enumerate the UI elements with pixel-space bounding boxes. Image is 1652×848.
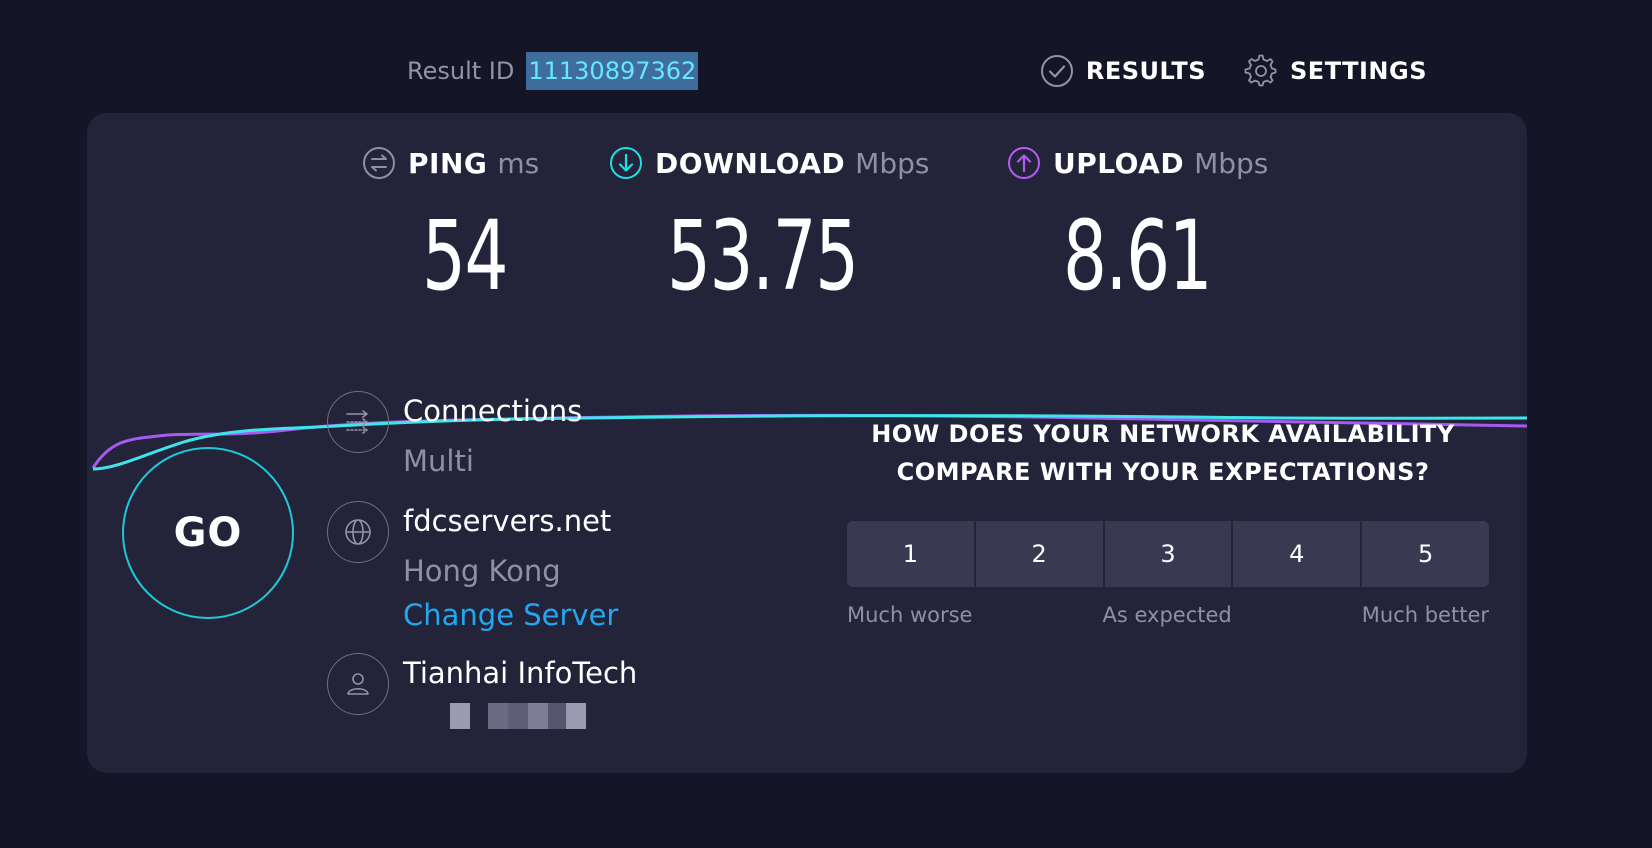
upload-unit: Mbps [1194,146,1269,180]
rating-labels: Much worse As expected Much better [847,603,1489,627]
globe-icon-wrap [327,501,389,563]
top-nav: RESULTS SETTINGS [1040,54,1427,88]
server-row: fdcservers.net Hong Kong Change Server [327,501,618,635]
user-icon-wrap [327,653,389,715]
top-bar: Result ID 11130897362 RESULTS SETTINGS [0,0,1652,110]
go-button[interactable]: GO [122,447,294,619]
ping-label: PING [408,146,488,180]
connections-value: Multi [403,444,474,478]
download-label: DOWNLOAD [655,146,846,180]
ping-metric: PING ms 54 [362,139,540,311]
download-arrow-icon [610,147,642,179]
download-unit: Mbps [855,146,930,180]
rating-label-high: Much better [1361,603,1489,627]
survey-question-line1: HOW DOES YOUR NETWORK AVAILABILITY [871,420,1455,448]
rating-5-button[interactable]: 5 [1362,521,1489,587]
upload-label: UPLOAD [1053,146,1185,180]
redacted-ip [450,703,637,729]
provider-row: Tianhai InfoTech [327,653,637,729]
rating-4-button[interactable]: 4 [1233,521,1361,587]
provider-name: Tianhai InfoTech [403,656,638,690]
upload-metric: UPLOAD Mbps 8.61 [1007,139,1269,311]
ping-unit: ms [497,146,540,180]
settings-button[interactable]: SETTINGS [1244,54,1427,88]
server-name: fdcservers.net [403,504,612,538]
connections-title: Connections [403,394,583,428]
download-metric: DOWNLOAD Mbps 53.75 [609,139,930,311]
result-id-label: Result ID [407,57,515,85]
check-circle-icon [1040,55,1073,87]
connections-icon-wrap[interactable] [327,391,389,453]
result-id-value[interactable]: 11130897362 [526,52,699,90]
upload-arrow-icon [1008,147,1040,179]
ping-icon [363,147,395,179]
result-id: Result ID 11130897362 [407,52,699,90]
connections-row: Connections Multi [327,391,582,481]
rating-1-button[interactable]: 1 [847,521,974,587]
user-icon [347,673,369,695]
connections-icon [346,410,368,434]
results-label: RESULTS [1085,57,1207,85]
results-button[interactable]: RESULTS [1040,54,1206,88]
server-location: Hong Kong [403,554,561,588]
gear-icon [1244,54,1277,87]
change-server-link[interactable]: Change Server [403,595,618,635]
globe-icon [345,519,371,545]
rating-3-button[interactable]: 3 [1104,521,1232,587]
survey-question-line2: COMPARE WITH YOUR EXPECTATIONS? [896,458,1430,486]
result-panel: PING ms 54 DOWNLOAD Mbps 53.75 UPLOAD Mb… [87,113,1527,773]
rating-2-button[interactable]: 2 [975,521,1103,587]
network-survey: HOW DOES YOUR NETWORK AVAILABILITY COMPA… [847,415,1499,627]
rating-options: 1 2 3 4 5 [847,521,1489,587]
settings-label: SETTINGS [1290,57,1427,85]
rating-label-low: Much worse [847,603,973,627]
rating-label-mid: As expected [1102,603,1232,627]
survey-question: HOW DOES YOUR NETWORK AVAILABILITY COMPA… [827,415,1499,491]
